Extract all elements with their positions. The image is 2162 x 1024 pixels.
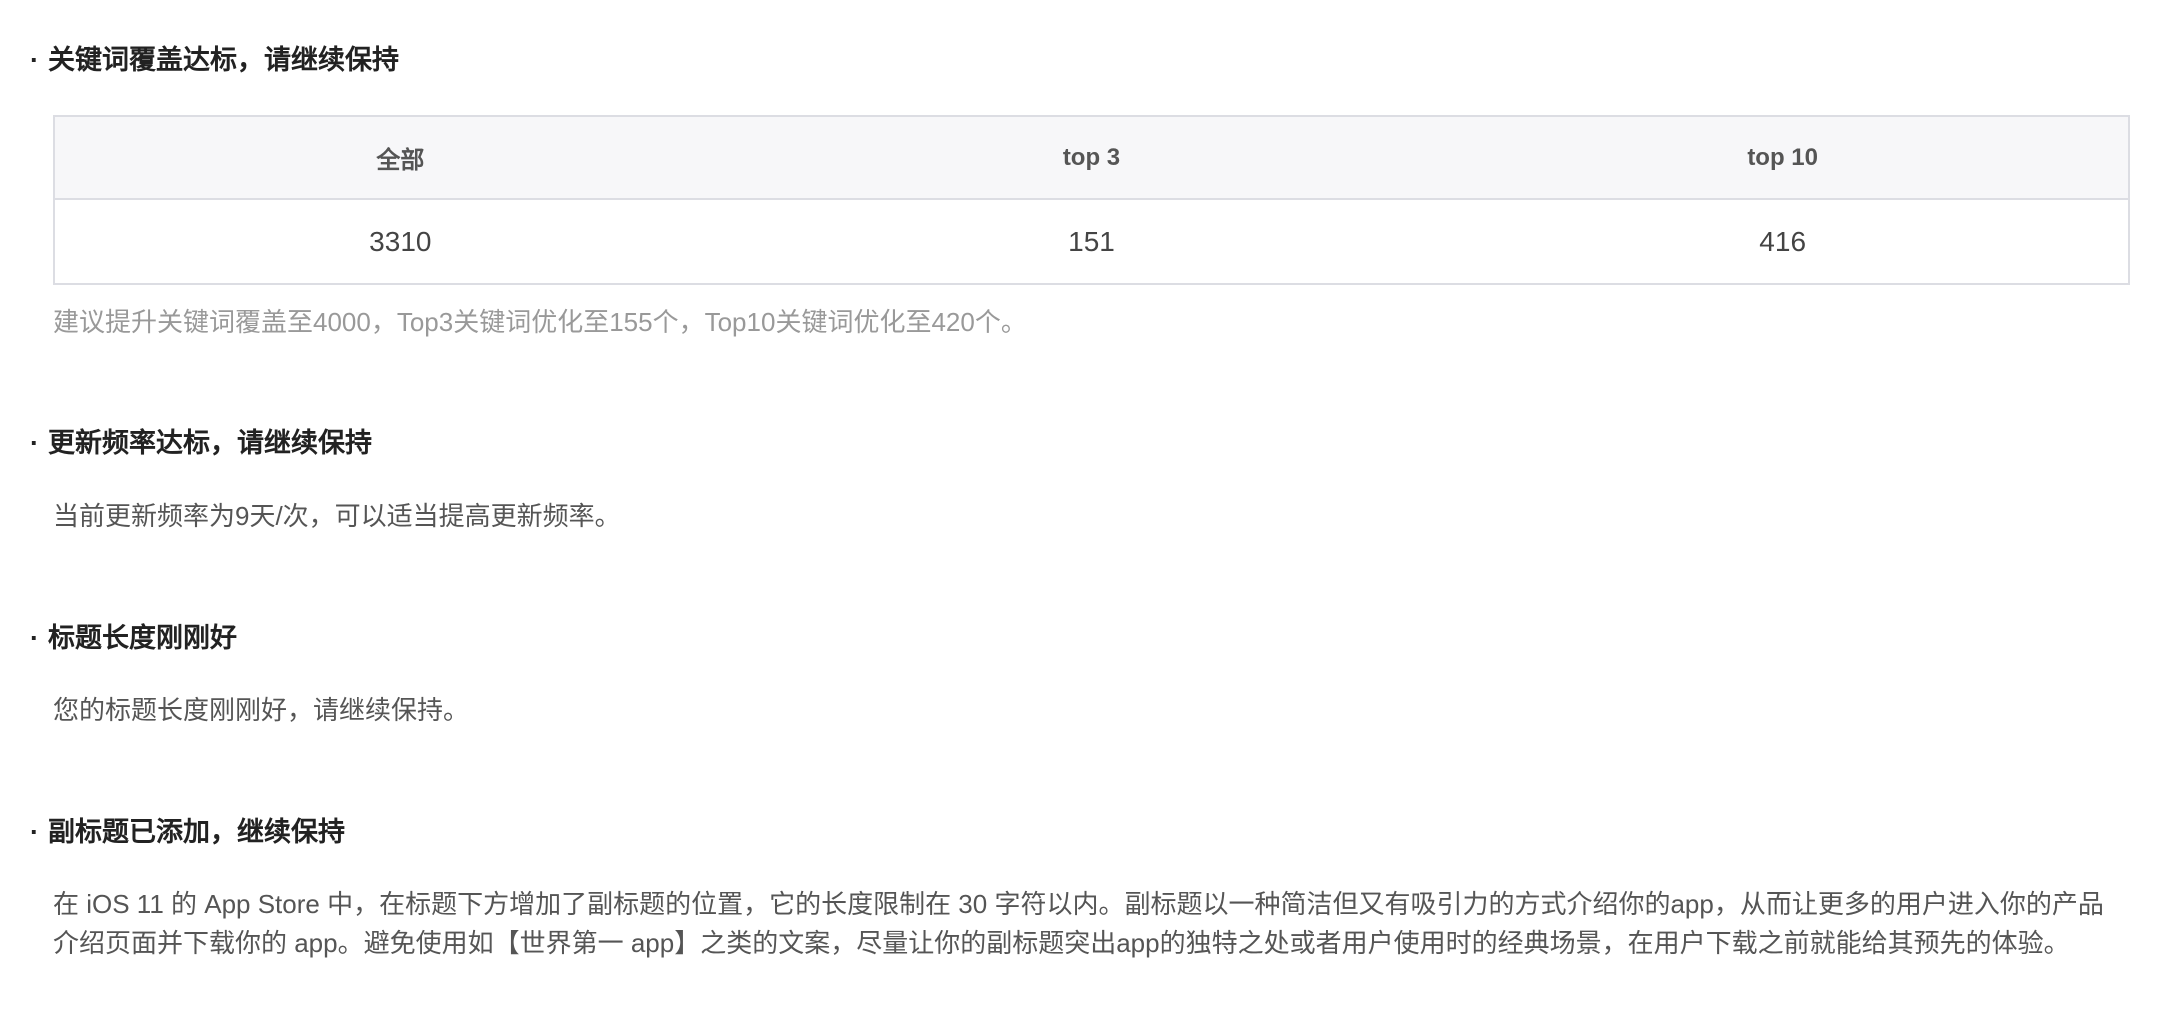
table-cell-top3: 151 [1068, 225, 1115, 257]
bullet-icon: · [30, 817, 39, 847]
table-header-top3: top 3 [745, 116, 1438, 200]
section-title: 副标题已添加，继续保持 [48, 817, 345, 847]
section-title: 更新频率达标，请继续保持 [48, 428, 372, 458]
table-row: 3310 151 416 [54, 199, 2129, 284]
table-header-row: 全部 top 3 top 10 [54, 116, 2129, 200]
keyword-suggestion-text: 建议提升关键词覆盖至4000，Top3关键词优化至155个，Top10关键词优化… [53, 307, 1027, 337]
section-keyword-coverage-title: · 关键词覆盖达标，请继续保持 [30, 40, 399, 80]
bullet-icon: · [30, 45, 39, 75]
table-header-all: 全部 [54, 116, 746, 200]
title-length-text: 您的标题长度刚刚好，请继续保持。 [53, 695, 470, 725]
section-update-frequency-title: · 更新频率达标，请继续保持 [30, 423, 372, 463]
section-title: 标题长度刚刚好 [48, 623, 237, 653]
section-subtitle-title: · 副标题已添加，继续保持 [30, 812, 345, 852]
bullet-icon: · [30, 623, 39, 653]
table-cell-all: 3310 [369, 225, 432, 257]
subtitle-description-line-1: 在 iOS 11 的 App Store 中，在标题下方增加了副标题的位置，它的… [53, 889, 2104, 919]
section-title: 关键词覆盖达标，请继续保持 [48, 45, 399, 75]
table-cell-top10: 416 [1759, 225, 1807, 257]
section-title-length-title: · 标题长度刚刚好 [30, 618, 237, 658]
table-header-top10: top 10 [1437, 116, 2129, 200]
update-frequency-text: 当前更新频率为9天/次，可以适当提高更新频率。 [53, 501, 621, 531]
subtitle-description-line-2: 介绍页面并下载你的 app。避免使用如【世界第一 app】之类的文案，尽量让你的… [53, 928, 2070, 958]
keyword-coverage-table: 全部 top 3 top 10 3310 151 416 [53, 115, 2130, 285]
bullet-icon: · [30, 428, 39, 458]
